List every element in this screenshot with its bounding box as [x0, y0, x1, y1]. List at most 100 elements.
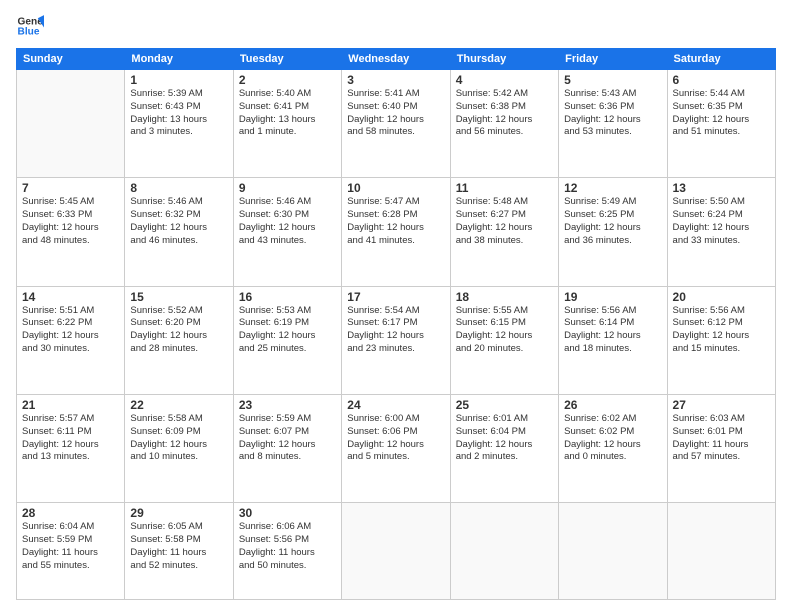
day-info: Sunrise: 5:44 AMSunset: 6:35 PMDaylight:…	[673, 88, 770, 139]
weekday-header-thursday: Thursday	[450, 49, 558, 70]
calendar-cell: 22Sunrise: 5:58 AMSunset: 6:09 PMDayligh…	[125, 394, 233, 502]
day-info: Sunrise: 5:46 AMSunset: 6:32 PMDaylight:…	[130, 196, 227, 247]
calendar-cell: 21Sunrise: 5:57 AMSunset: 6:11 PMDayligh…	[17, 394, 125, 502]
calendar-cell	[450, 503, 558, 600]
day-number: 22	[130, 398, 227, 412]
day-info: Sunrise: 5:54 AMSunset: 6:17 PMDaylight:…	[347, 305, 444, 356]
svg-text:Blue: Blue	[18, 27, 40, 38]
day-number: 17	[347, 290, 444, 304]
calendar-cell: 2Sunrise: 5:40 AMSunset: 6:41 PMDaylight…	[233, 70, 341, 178]
calendar-cell: 7Sunrise: 5:45 AMSunset: 6:33 PMDaylight…	[17, 178, 125, 286]
calendar-cell: 9Sunrise: 5:46 AMSunset: 6:30 PMDaylight…	[233, 178, 341, 286]
calendar-cell: 6Sunrise: 5:44 AMSunset: 6:35 PMDaylight…	[667, 70, 775, 178]
calendar-cell: 26Sunrise: 6:02 AMSunset: 6:02 PMDayligh…	[559, 394, 667, 502]
day-info: Sunrise: 5:42 AMSunset: 6:38 PMDaylight:…	[456, 88, 553, 139]
day-number: 19	[564, 290, 661, 304]
calendar-cell: 13Sunrise: 5:50 AMSunset: 6:24 PMDayligh…	[667, 178, 775, 286]
calendar-cell: 25Sunrise: 6:01 AMSunset: 6:04 PMDayligh…	[450, 394, 558, 502]
calendar-cell: 16Sunrise: 5:53 AMSunset: 6:19 PMDayligh…	[233, 286, 341, 394]
calendar-cell: 20Sunrise: 5:56 AMSunset: 6:12 PMDayligh…	[667, 286, 775, 394]
day-number: 15	[130, 290, 227, 304]
day-number: 16	[239, 290, 336, 304]
day-info: Sunrise: 5:45 AMSunset: 6:33 PMDaylight:…	[22, 196, 119, 247]
calendar-week-row: 1Sunrise: 5:39 AMSunset: 6:43 PMDaylight…	[17, 70, 776, 178]
calendar-cell: 30Sunrise: 6:06 AMSunset: 5:56 PMDayligh…	[233, 503, 341, 600]
day-info: Sunrise: 5:40 AMSunset: 6:41 PMDaylight:…	[239, 88, 336, 139]
calendar-cell: 29Sunrise: 6:05 AMSunset: 5:58 PMDayligh…	[125, 503, 233, 600]
calendar-cell: 1Sunrise: 5:39 AMSunset: 6:43 PMDaylight…	[125, 70, 233, 178]
calendar-cell: 15Sunrise: 5:52 AMSunset: 6:20 PMDayligh…	[125, 286, 233, 394]
calendar-cell	[17, 70, 125, 178]
day-info: Sunrise: 6:06 AMSunset: 5:56 PMDaylight:…	[239, 521, 336, 572]
day-number: 8	[130, 181, 227, 195]
day-number: 11	[456, 181, 553, 195]
day-number: 9	[239, 181, 336, 195]
calendar-cell	[667, 503, 775, 600]
calendar-cell	[342, 503, 450, 600]
day-info: Sunrise: 6:00 AMSunset: 6:06 PMDaylight:…	[347, 413, 444, 464]
day-number: 30	[239, 506, 336, 520]
page-header: General Blue	[16, 12, 776, 40]
logo: General Blue	[16, 12, 44, 40]
day-number: 20	[673, 290, 770, 304]
day-info: Sunrise: 5:48 AMSunset: 6:27 PMDaylight:…	[456, 196, 553, 247]
day-number: 7	[22, 181, 119, 195]
day-info: Sunrise: 5:46 AMSunset: 6:30 PMDaylight:…	[239, 196, 336, 247]
day-info: Sunrise: 5:50 AMSunset: 6:24 PMDaylight:…	[673, 196, 770, 247]
day-number: 5	[564, 73, 661, 87]
day-info: Sunrise: 6:01 AMSunset: 6:04 PMDaylight:…	[456, 413, 553, 464]
day-info: Sunrise: 5:52 AMSunset: 6:20 PMDaylight:…	[130, 305, 227, 356]
calendar-week-row: 28Sunrise: 6:04 AMSunset: 5:59 PMDayligh…	[17, 503, 776, 600]
day-number: 27	[673, 398, 770, 412]
day-number: 25	[456, 398, 553, 412]
day-info: Sunrise: 5:56 AMSunset: 6:12 PMDaylight:…	[673, 305, 770, 356]
day-number: 24	[347, 398, 444, 412]
day-info: Sunrise: 5:58 AMSunset: 6:09 PMDaylight:…	[130, 413, 227, 464]
day-info: Sunrise: 5:49 AMSunset: 6:25 PMDaylight:…	[564, 196, 661, 247]
calendar-cell: 28Sunrise: 6:04 AMSunset: 5:59 PMDayligh…	[17, 503, 125, 600]
day-number: 29	[130, 506, 227, 520]
day-info: Sunrise: 5:57 AMSunset: 6:11 PMDaylight:…	[22, 413, 119, 464]
calendar-cell: 19Sunrise: 5:56 AMSunset: 6:14 PMDayligh…	[559, 286, 667, 394]
weekday-header-tuesday: Tuesday	[233, 49, 341, 70]
day-number: 23	[239, 398, 336, 412]
weekday-header-saturday: Saturday	[667, 49, 775, 70]
day-info: Sunrise: 5:53 AMSunset: 6:19 PMDaylight:…	[239, 305, 336, 356]
weekday-header-monday: Monday	[125, 49, 233, 70]
calendar-cell: 17Sunrise: 5:54 AMSunset: 6:17 PMDayligh…	[342, 286, 450, 394]
weekday-header-row: SundayMondayTuesdayWednesdayThursdayFrid…	[17, 49, 776, 70]
calendar-cell: 24Sunrise: 6:00 AMSunset: 6:06 PMDayligh…	[342, 394, 450, 502]
day-info: Sunrise: 5:39 AMSunset: 6:43 PMDaylight:…	[130, 88, 227, 139]
day-number: 4	[456, 73, 553, 87]
day-info: Sunrise: 6:05 AMSunset: 5:58 PMDaylight:…	[130, 521, 227, 572]
calendar-table: SundayMondayTuesdayWednesdayThursdayFrid…	[16, 48, 776, 600]
calendar-cell: 12Sunrise: 5:49 AMSunset: 6:25 PMDayligh…	[559, 178, 667, 286]
day-info: Sunrise: 5:41 AMSunset: 6:40 PMDaylight:…	[347, 88, 444, 139]
calendar-cell: 14Sunrise: 5:51 AMSunset: 6:22 PMDayligh…	[17, 286, 125, 394]
day-info: Sunrise: 5:43 AMSunset: 6:36 PMDaylight:…	[564, 88, 661, 139]
calendar-cell	[559, 503, 667, 600]
day-info: Sunrise: 5:51 AMSunset: 6:22 PMDaylight:…	[22, 305, 119, 356]
day-number: 18	[456, 290, 553, 304]
day-number: 28	[22, 506, 119, 520]
calendar-cell: 23Sunrise: 5:59 AMSunset: 6:07 PMDayligh…	[233, 394, 341, 502]
day-number: 14	[22, 290, 119, 304]
day-number: 6	[673, 73, 770, 87]
day-number: 2	[239, 73, 336, 87]
day-number: 10	[347, 181, 444, 195]
calendar-cell: 5Sunrise: 5:43 AMSunset: 6:36 PMDaylight…	[559, 70, 667, 178]
day-info: Sunrise: 5:59 AMSunset: 6:07 PMDaylight:…	[239, 413, 336, 464]
day-number: 1	[130, 73, 227, 87]
calendar-cell: 11Sunrise: 5:48 AMSunset: 6:27 PMDayligh…	[450, 178, 558, 286]
day-info: Sunrise: 5:56 AMSunset: 6:14 PMDaylight:…	[564, 305, 661, 356]
day-number: 13	[673, 181, 770, 195]
calendar-week-row: 7Sunrise: 5:45 AMSunset: 6:33 PMDaylight…	[17, 178, 776, 286]
day-info: Sunrise: 6:03 AMSunset: 6:01 PMDaylight:…	[673, 413, 770, 464]
logo-icon: General Blue	[16, 12, 44, 40]
day-info: Sunrise: 6:02 AMSunset: 6:02 PMDaylight:…	[564, 413, 661, 464]
calendar-page: General Blue SundayMondayTuesdayWednesda…	[0, 0, 792, 612]
day-info: Sunrise: 5:47 AMSunset: 6:28 PMDaylight:…	[347, 196, 444, 247]
weekday-header-wednesday: Wednesday	[342, 49, 450, 70]
day-info: Sunrise: 5:55 AMSunset: 6:15 PMDaylight:…	[456, 305, 553, 356]
calendar-cell: 3Sunrise: 5:41 AMSunset: 6:40 PMDaylight…	[342, 70, 450, 178]
